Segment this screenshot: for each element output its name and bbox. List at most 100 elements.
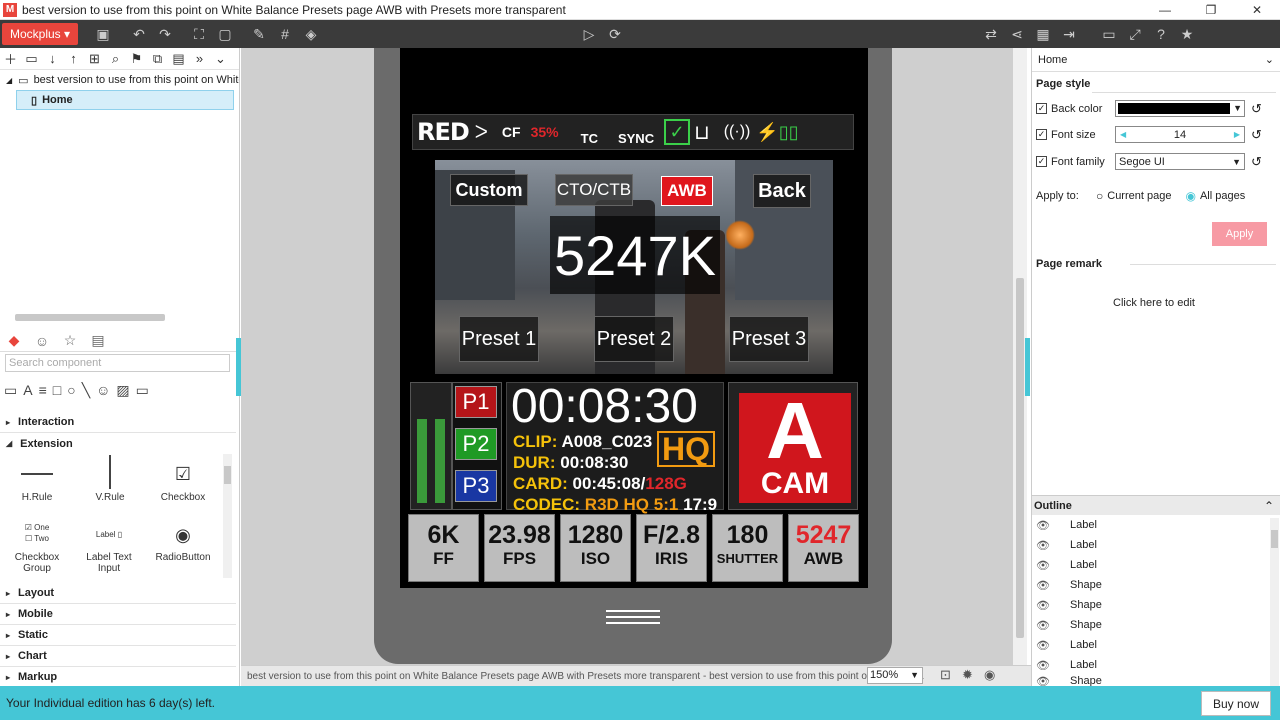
- outline-item[interactable]: 👁 Label: [1032, 515, 1268, 535]
- image-icon[interactable]: ▨: [116, 382, 129, 399]
- outline-scrollbar[interactable]: [1270, 518, 1279, 686]
- reset-icon[interactable]: ↺: [1251, 101, 1262, 117]
- redo-icon[interactable]: ↷: [152, 26, 178, 43]
- stat-iso[interactable]: 1280 ISO: [560, 514, 631, 582]
- promo-icon[interactable]: ★: [1174, 26, 1200, 43]
- stat-resolution[interactable]: 6K FF: [408, 514, 479, 582]
- hierarchy-icon[interactable]: ⊞: [84, 51, 105, 67]
- back-color-checkbox[interactable]: ✓: [1036, 103, 1047, 114]
- rectangle-icon[interactable]: □: [53, 382, 61, 399]
- outline-item[interactable]: 👁 Label: [1032, 655, 1268, 675]
- collapse-icon[interactable]: ⌃: [1264, 499, 1274, 513]
- restore-icon[interactable]: ❐: [1188, 3, 1234, 17]
- increment-icon[interactable]: ▶: [1234, 130, 1240, 139]
- add-icon[interactable]: ＋: [0, 49, 21, 68]
- outline-item[interactable]: 👁 Shape: [1032, 615, 1268, 635]
- grid-icon[interactable]: #: [272, 26, 298, 42]
- fill-icon[interactable]: ◈: [298, 26, 324, 43]
- preset-3-button[interactable]: Preset 3: [729, 316, 809, 362]
- section-mobile[interactable]: ▸ Mobile: [0, 604, 236, 625]
- label-text-input-component[interactable]: Label ▯ Label Text Input: [74, 518, 144, 574]
- back-color-picker[interactable]: ▼: [1115, 100, 1245, 117]
- mockplus-menu-button[interactable]: Mockplus ▾: [2, 23, 79, 45]
- eye-icon[interactable]: 👁: [1036, 599, 1060, 612]
- components-tab-icon[interactable]: ◆: [0, 332, 28, 349]
- radio-current-page[interactable]: ○: [1096, 189, 1103, 203]
- emoji-icon[interactable]: ☺: [96, 382, 110, 399]
- component-scrollbar[interactable]: [223, 454, 232, 578]
- apply-button[interactable]: Apply: [1212, 222, 1267, 246]
- minimize-icon[interactable]: —: [1142, 3, 1188, 17]
- copy-icon[interactable]: ⧉: [147, 51, 168, 67]
- font-family-checkbox[interactable]: ✓: [1036, 156, 1047, 167]
- share-icon[interactable]: ⋖: [1004, 26, 1030, 43]
- frame-icon[interactable]: ▢: [212, 26, 238, 43]
- export-icon[interactable]: ⇥: [1056, 26, 1082, 43]
- radiobutton-component[interactable]: ◉ RadioButton: [148, 518, 218, 563]
- stat-fps[interactable]: 23.98 FPS: [484, 514, 555, 582]
- section-markup[interactable]: ▸ Markup: [0, 667, 236, 688]
- favorites-tab-icon[interactable]: ☆: [56, 332, 84, 349]
- eye-icon[interactable]: 👁: [1036, 639, 1060, 652]
- home-indicator[interactable]: [606, 610, 660, 628]
- hrule-component[interactable]: H.Rule: [2, 456, 72, 503]
- buy-now-button[interactable]: Buy now: [1201, 691, 1271, 716]
- swap-icon[interactable]: ⇄: [978, 26, 1004, 43]
- preset-2-button[interactable]: Preset 2: [594, 316, 674, 362]
- collapse-icon[interactable]: ⌄: [210, 51, 231, 67]
- text-icon[interactable]: A: [23, 382, 32, 399]
- undo-icon[interactable]: ↶: [126, 26, 152, 43]
- eye-icon[interactable]: 👁: [1036, 559, 1060, 572]
- button-shape-icon[interactable]: ▭: [4, 382, 17, 399]
- checkbox-group-component[interactable]: ☑ One ☐ Two Checkbox Group: [2, 518, 72, 574]
- component-search-input[interactable]: Search component: [5, 354, 230, 372]
- p3-button[interactable]: P3: [455, 470, 497, 502]
- sync-icon[interactable]: ⟳: [602, 26, 628, 43]
- font-size-stepper[interactable]: ◀ 14 ▶: [1115, 126, 1245, 143]
- custom-button[interactable]: Custom: [450, 174, 528, 206]
- font-family-select[interactable]: Segoe UI ▼: [1115, 153, 1245, 170]
- close-icon[interactable]: ✕: [1234, 3, 1280, 17]
- input-icon[interactable]: ▭: [136, 382, 149, 399]
- outline-item[interactable]: 👁 Shape: [1032, 595, 1268, 615]
- stat-awb[interactable]: 5247 AWB: [788, 514, 859, 582]
- icons-tab-icon[interactable]: ☺: [28, 333, 56, 349]
- font-size-checkbox[interactable]: ✓: [1036, 129, 1047, 140]
- settings-icon[interactable]: ✹: [962, 667, 973, 683]
- move-up-icon[interactable]: ↑: [63, 51, 84, 66]
- eye-icon[interactable]: 👁: [1036, 539, 1060, 552]
- p2-button[interactable]: P2: [455, 428, 497, 460]
- section-interaction[interactable]: ▸ Interaction: [0, 412, 236, 433]
- zoom-select[interactable]: 150% ▼: [867, 667, 923, 684]
- preset-1-button[interactable]: Preset 1: [459, 316, 539, 362]
- templates-tab-icon[interactable]: ▤: [84, 332, 112, 349]
- decrement-icon[interactable]: ◀: [1120, 130, 1126, 139]
- preview-icon[interactable]: ◉: [984, 667, 995, 683]
- save-icon[interactable]: ▣: [90, 26, 116, 43]
- search-icon[interactable]: ⌕: [105, 51, 126, 67]
- awb-button[interactable]: AWB: [661, 176, 713, 206]
- outline-item[interactable]: 👁 Label: [1032, 535, 1268, 555]
- collapse-icon[interactable]: ⌄: [1265, 53, 1274, 66]
- help-icon[interactable]: ?: [1148, 26, 1174, 42]
- eye-icon[interactable]: 👁: [1036, 619, 1060, 632]
- fullscreen-icon[interactable]: ⤢: [1122, 26, 1148, 43]
- cto-ctb-button[interactable]: CTO/CTB: [555, 174, 633, 206]
- tree-page-home[interactable]: ▯ Home: [16, 90, 234, 110]
- line-icon[interactable]: ╲: [82, 382, 90, 399]
- left-panel-splitter[interactable]: [236, 338, 241, 396]
- outline-item[interactable]: 👁 Shape: [1032, 575, 1268, 595]
- crop-icon[interactable]: ⛶: [186, 26, 212, 43]
- section-chart[interactable]: ▸ Chart: [0, 646, 236, 667]
- reset-icon[interactable]: ↺: [1251, 154, 1262, 170]
- checkbox-component[interactable]: ☑ Checkbox: [148, 456, 218, 503]
- outline-item[interactable]: 👁 Label: [1032, 635, 1268, 655]
- circle-icon[interactable]: ○: [67, 382, 75, 399]
- more-icon[interactable]: »: [189, 51, 210, 66]
- brush-icon[interactable]: ✎: [246, 26, 272, 43]
- reset-icon[interactable]: ↺: [1251, 127, 1262, 143]
- qr-icon[interactable]: ▦: [1030, 26, 1056, 43]
- stat-shutter[interactable]: 180 SHUTTER: [712, 514, 783, 582]
- design-canvas[interactable]: RED ᐳ CF 35% TC SYNC ✓ ⊔ ((·)) ⚡▯▯ Custo…: [241, 48, 1013, 665]
- paragraph-icon[interactable]: ≡: [39, 382, 47, 399]
